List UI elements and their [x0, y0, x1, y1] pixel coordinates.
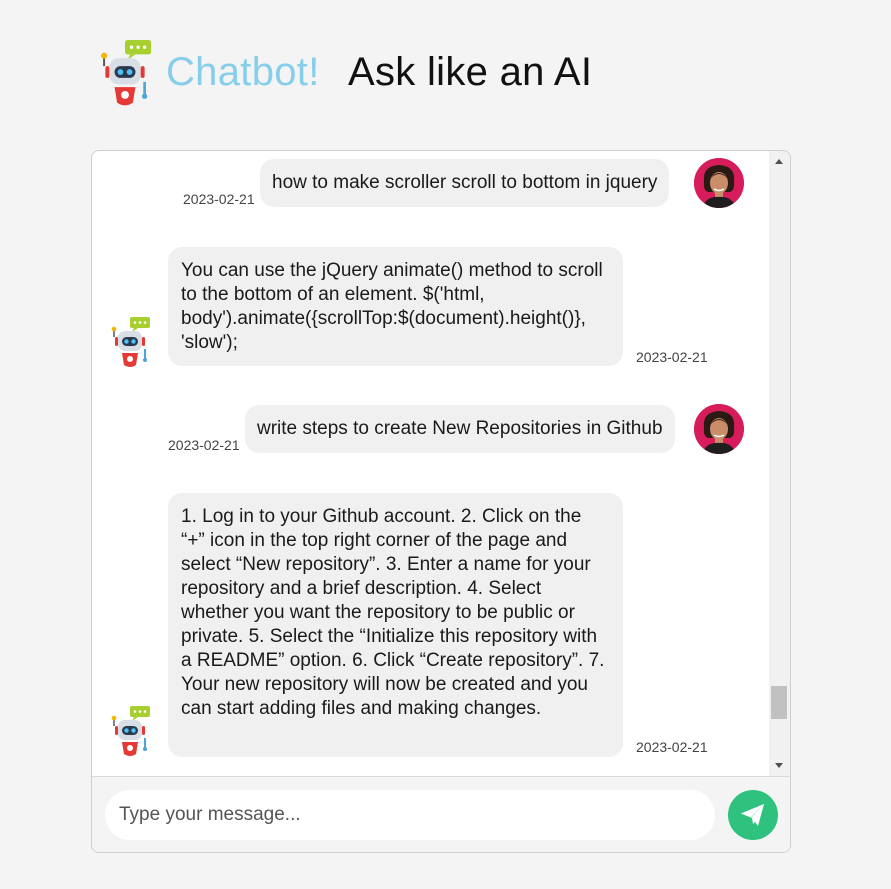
bot-message-bubble: 1. Log in to your Github account. 2. Cli…: [168, 493, 623, 757]
composer: [92, 776, 790, 852]
bot-message-bubble: You can use the jQuery animate() method …: [168, 247, 623, 366]
title-accent: Chatbot!: [166, 50, 320, 94]
scroll-up-arrow-icon[interactable]: [775, 159, 783, 164]
user-message-bubble: how to make scroller scroll to bottom in…: [260, 159, 670, 207]
message-input[interactable]: [105, 790, 715, 840]
send-button[interactable]: [728, 790, 778, 840]
bot-avatar-icon: [110, 317, 150, 369]
scrollbar[interactable]: [769, 151, 790, 776]
message-list: 2023-02-21 how to make scroller scroll t…: [92, 151, 769, 776]
message-timestamp: 2023-02-21: [636, 349, 708, 365]
scrollbar-thumb[interactable]: [771, 686, 787, 719]
user-message-bubble: write steps to create New Repositories i…: [245, 405, 675, 453]
message-timestamp: 2023-02-21: [168, 437, 240, 453]
paper-plane-icon: [741, 804, 764, 826]
title-main: Ask like an AI: [348, 50, 593, 94]
user-avatar: [694, 404, 744, 454]
robot-logo-icon: [98, 40, 152, 108]
scroll-down-arrow-icon[interactable]: [775, 763, 783, 768]
message-timestamp: 2023-02-21: [636, 739, 708, 755]
header: Chatbot! Ask like an AI: [98, 40, 798, 110]
chat-window: 2023-02-21 how to make scroller scroll t…: [91, 150, 791, 853]
message-timestamp: 2023-02-21: [183, 191, 255, 207]
bot-avatar-icon: [110, 706, 150, 758]
user-avatar: [694, 158, 744, 208]
